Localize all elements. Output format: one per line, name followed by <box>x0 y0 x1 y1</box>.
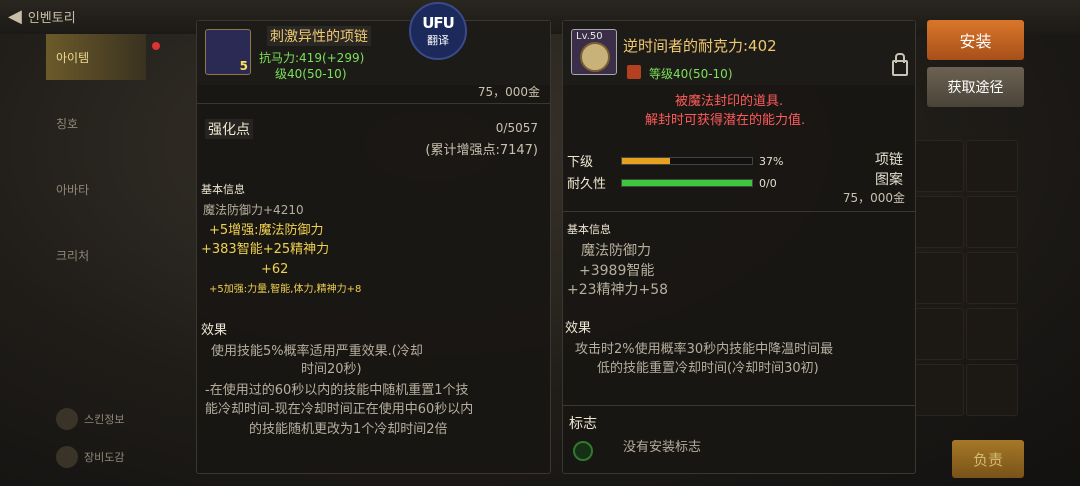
pocket-watch-icon: Lv.50 <box>571 29 617 75</box>
basic-info-title: 基本信息 <box>201 183 245 196</box>
item-price: 75，000金 <box>842 191 905 205</box>
necklace-icon: 5 <box>205 29 251 75</box>
nav-item-avatar[interactable]: 아바타 <box>46 166 146 212</box>
nav-item-titles[interactable]: 칭호 <box>46 100 146 146</box>
nav-label: 크리처 <box>56 248 90 263</box>
inventory-slot[interactable] <box>966 252 1018 304</box>
grade-value: 37% <box>759 155 784 168</box>
emblem-value: 没有安装标志 <box>623 440 702 455</box>
basic-line: +383智能+25精神力 <box>201 242 330 257</box>
inventory-slot[interactable] <box>966 140 1018 192</box>
translate-logo: UFU <box>422 14 455 32</box>
item-name: 刺激异性的项链 <box>267 26 371 46</box>
divider <box>563 211 915 212</box>
nav-item-items[interactable]: 아이템 <box>46 34 146 80</box>
effect-line: 攻击时2%使用概率30秒内技能中降温时间最 <box>575 342 834 357</box>
codex-icon <box>56 446 78 468</box>
clock-icon <box>580 42 610 72</box>
item-type: 项链 <box>875 152 903 168</box>
basic-line: +5增强:魔法防御力 <box>209 223 324 238</box>
effect-line: 时间20秒) <box>301 362 362 377</box>
grade-label: 下级 <box>567 155 594 170</box>
effect-line: 使用技能5%概率适用严重效果.(冷却 <box>211 344 423 359</box>
item-tooltip-right: Lv.50 逆时间者的耐克力:402 等级40(50-10) 被魔法封印的道具.… <box>562 20 916 474</box>
effect-title: 效果 <box>201 323 228 338</box>
item-level-line: 级40(50-10) <box>275 67 347 81</box>
icon-badge: 5 <box>239 59 248 73</box>
sealed-line: 解封时可获得潜在的能力值. <box>645 113 806 128</box>
basic-line: 魔法防御力 <box>581 243 651 259</box>
grade-bar-fill <box>622 158 671 164</box>
effect-title: 效果 <box>565 321 592 336</box>
notification-dot <box>152 42 160 50</box>
nav-item-codex[interactable]: 장비도감 <box>56 446 124 468</box>
nav-label: 아바타 <box>56 182 90 197</box>
divider <box>563 405 915 406</box>
source-button[interactable]: 获取途径 <box>927 67 1024 107</box>
inventory-slot[interactable] <box>966 308 1018 360</box>
class-icon <box>627 65 641 79</box>
item-stat-line: 抗马力:419(+299) <box>259 51 365 65</box>
nav-label: 스킨정보 <box>84 413 125 426</box>
durability-bar <box>621 179 753 187</box>
inventory-slot[interactable] <box>966 364 1018 416</box>
inventory-slot[interactable] <box>912 308 964 360</box>
item-type: 图案 <box>875 172 903 188</box>
basic-line: +5加强:力量,智能,体力,精神力+8 <box>209 284 362 295</box>
inventory-slot[interactable] <box>912 364 964 416</box>
inventory-slot[interactable] <box>912 252 964 304</box>
enhance-label: 强化点 <box>205 119 253 139</box>
icon-level: Lv.50 <box>576 31 603 42</box>
back-label: 인벤토리 <box>27 11 76 26</box>
durability-value: 0/0 <box>759 177 777 190</box>
translate-label: 翻译 <box>427 34 449 47</box>
skin-icon <box>56 408 78 430</box>
item-price: 75，000金 <box>477 85 540 99</box>
durability-label: 耐久性 <box>567 177 607 192</box>
nav-item-creature[interactable]: 크리처 <box>46 232 146 278</box>
effect-line: 低的技能重置冷却时间(冷却时间30初) <box>597 361 819 376</box>
durability-bar-fill <box>622 180 752 186</box>
inventory-slot[interactable] <box>966 196 1018 248</box>
nav-label: 장비도감 <box>84 451 125 464</box>
basic-line: +23精神力+58 <box>567 282 669 298</box>
basic-line: 魔法防御力+4210 <box>203 203 304 217</box>
item-name: 逆时间者的耐克力:402 <box>623 37 777 55</box>
effect-line: 的技能随机更改为1个冷却时间2倍 <box>249 422 448 437</box>
item-tooltip-left: 5 刺激异性的项链 抗马力:419(+299) 级40(50-10) 75，00… <box>196 20 551 474</box>
inventory-slot[interactable] <box>912 196 964 248</box>
enhance-total: (累计增强点:7147) <box>425 143 538 158</box>
basic-line: +62 <box>261 262 289 277</box>
equip-button[interactable]: 负责 <box>952 440 1024 478</box>
back-arrow-icon: ◀ <box>8 6 22 27</box>
divider <box>197 103 550 104</box>
basic-info-title: 基本信息 <box>567 223 611 236</box>
grade-bar <box>621 157 753 165</box>
effect-line: -在使用过的60秒以内的技能中随机重置1个技 <box>205 383 469 398</box>
emblem-title: 标志 <box>569 416 597 432</box>
nav-item-skin[interactable]: 스킨정보 <box>56 408 124 430</box>
effect-line: 能冷却时间-现在冷却时间正在使用中60秒以内 <box>205 402 474 417</box>
translate-button[interactable]: UFU 翻译 <box>409 2 467 60</box>
inventory-slot[interactable] <box>912 140 964 192</box>
item-level-line: 等级40(50-10) <box>649 67 733 81</box>
enhance-value: 0/5057 <box>495 121 538 135</box>
basic-line: +3989智能 <box>579 263 655 279</box>
install-button[interactable]: 安装 <box>927 20 1024 60</box>
nav-label: 아이템 <box>56 50 90 65</box>
nav-label: 칭호 <box>56 116 79 131</box>
sealed-line: 被魔法封印的道具. <box>675 94 784 109</box>
lock-icon[interactable] <box>892 53 908 76</box>
back-button[interactable]: ◀ 인벤토리 <box>8 6 76 27</box>
emblem-slot-icon[interactable] <box>573 441 593 461</box>
